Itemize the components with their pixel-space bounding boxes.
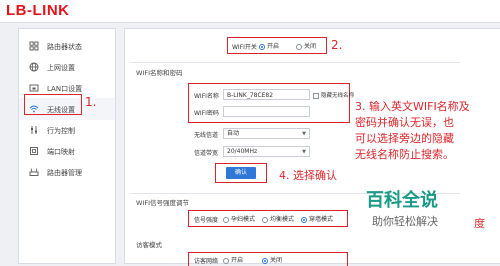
wifi-switch-off[interactable]: 关闭 [296,41,316,50]
wifi-switch-label: WIFI开关 [232,44,257,51]
port-icon [30,147,38,155]
top-bar: LB-LINK [0,0,500,23]
lan-icon [29,84,39,92]
radio-on-icon [262,257,268,264]
sidebar-item-router-admin[interactable]: 路由器管理 [19,161,115,183]
controls-icon [31,126,37,134]
channel-label: 无线信道 [194,132,219,139]
sidebar: 路由器状态 上网设置 LAN口设置 无线设置 行为控制 端口映射 路由器管理 [18,28,116,264]
hide-ssid-checkbox[interactable]: 隐藏无线名称 [313,91,354,99]
signal-option-balanced[interactable]: 均衡模式 [262,214,294,223]
radio-off-icon [223,257,229,264]
checkbox-icon [313,92,319,99]
wifi-name-input[interactable]: B-LINK_78CE82 [223,89,310,100]
radio-off-icon [262,216,268,223]
sidebar-item-port-mapping[interactable]: 端口映射 [19,140,115,162]
bandwidth-label: 信道带宽 [194,150,219,157]
chevron-down-icon: ▼ [302,149,306,155]
brand-logo: LB-LINK [6,2,70,19]
chevron-down-icon: ▼ [302,131,306,137]
annotation-edge-char: 度 [474,217,485,230]
signal-section-title: WIFI信号强度调节 [136,199,189,207]
radio-on-icon [259,43,265,50]
visitor-network-label: 访客网络 [194,258,219,265]
signal-option-wall[interactable]: 穿墙模式 [301,214,333,223]
visitor-section-title: 访客模式 [136,241,162,249]
wifi-password-label: WIFI密码 [194,110,219,117]
signal-option-pregnant[interactable]: 孕妇模式 [223,214,255,223]
wifi-switch-on[interactable]: 开启 [259,41,279,50]
sidebar-item-label: 行为控制 [47,127,75,135]
annotation-step-1: 1. [85,95,97,109]
globe-icon [29,62,39,72]
sidebar-item-label: 上网设置 [47,64,75,72]
annotation-box-sidebar [24,94,82,115]
wifi-password-input[interactable] [223,106,310,117]
router-icon [29,168,39,176]
watermark-title: 百科全说 [366,190,438,211]
signal-strength-label: 信号强度 [194,217,219,224]
channel-select[interactable]: 自动 ▼ [223,128,310,139]
sidebar-item-internet[interactable]: 上网设置 [19,56,115,78]
sidebar-item-router-status[interactable]: 路由器状态 [19,35,115,57]
sidebar-item-behavior-control[interactable]: 行为控制 [19,119,115,141]
divider [130,62,460,63]
visitor-off[interactable]: 关闭 [262,255,282,264]
grid-icon [29,41,39,51]
visitor-on[interactable]: 开启 [223,255,243,264]
sidebar-item-label: LAN口设置 [47,85,83,93]
radio-on-icon [301,216,307,223]
radio-off-icon [223,216,229,223]
sidebar-item-label: 端口映射 [47,148,75,156]
confirm-button[interactable]: 确认 [226,167,256,179]
wifi-name-label: WIFI名称 [194,93,219,100]
sidebar-item-label: 路由器状态 [47,43,82,51]
sidebar-item-label: 路由器管理 [47,169,82,177]
bandwidth-select[interactable]: 20/40MHz ▼ [223,146,310,157]
annotation-step-2: 2. [331,38,343,52]
annotation-step-3: 3. 输入英文WIFI名称及 密码并确认无误，也 可以选择旁边的隐藏 无线名称防… [355,100,470,161]
radio-off-icon [296,43,302,50]
annotation-step-4: 4. 选择确认 [279,169,337,182]
wifi-name-section-title: WIFI名称和密码 [136,69,183,77]
watermark-subtitle: 助你轻松解决 [372,215,438,228]
